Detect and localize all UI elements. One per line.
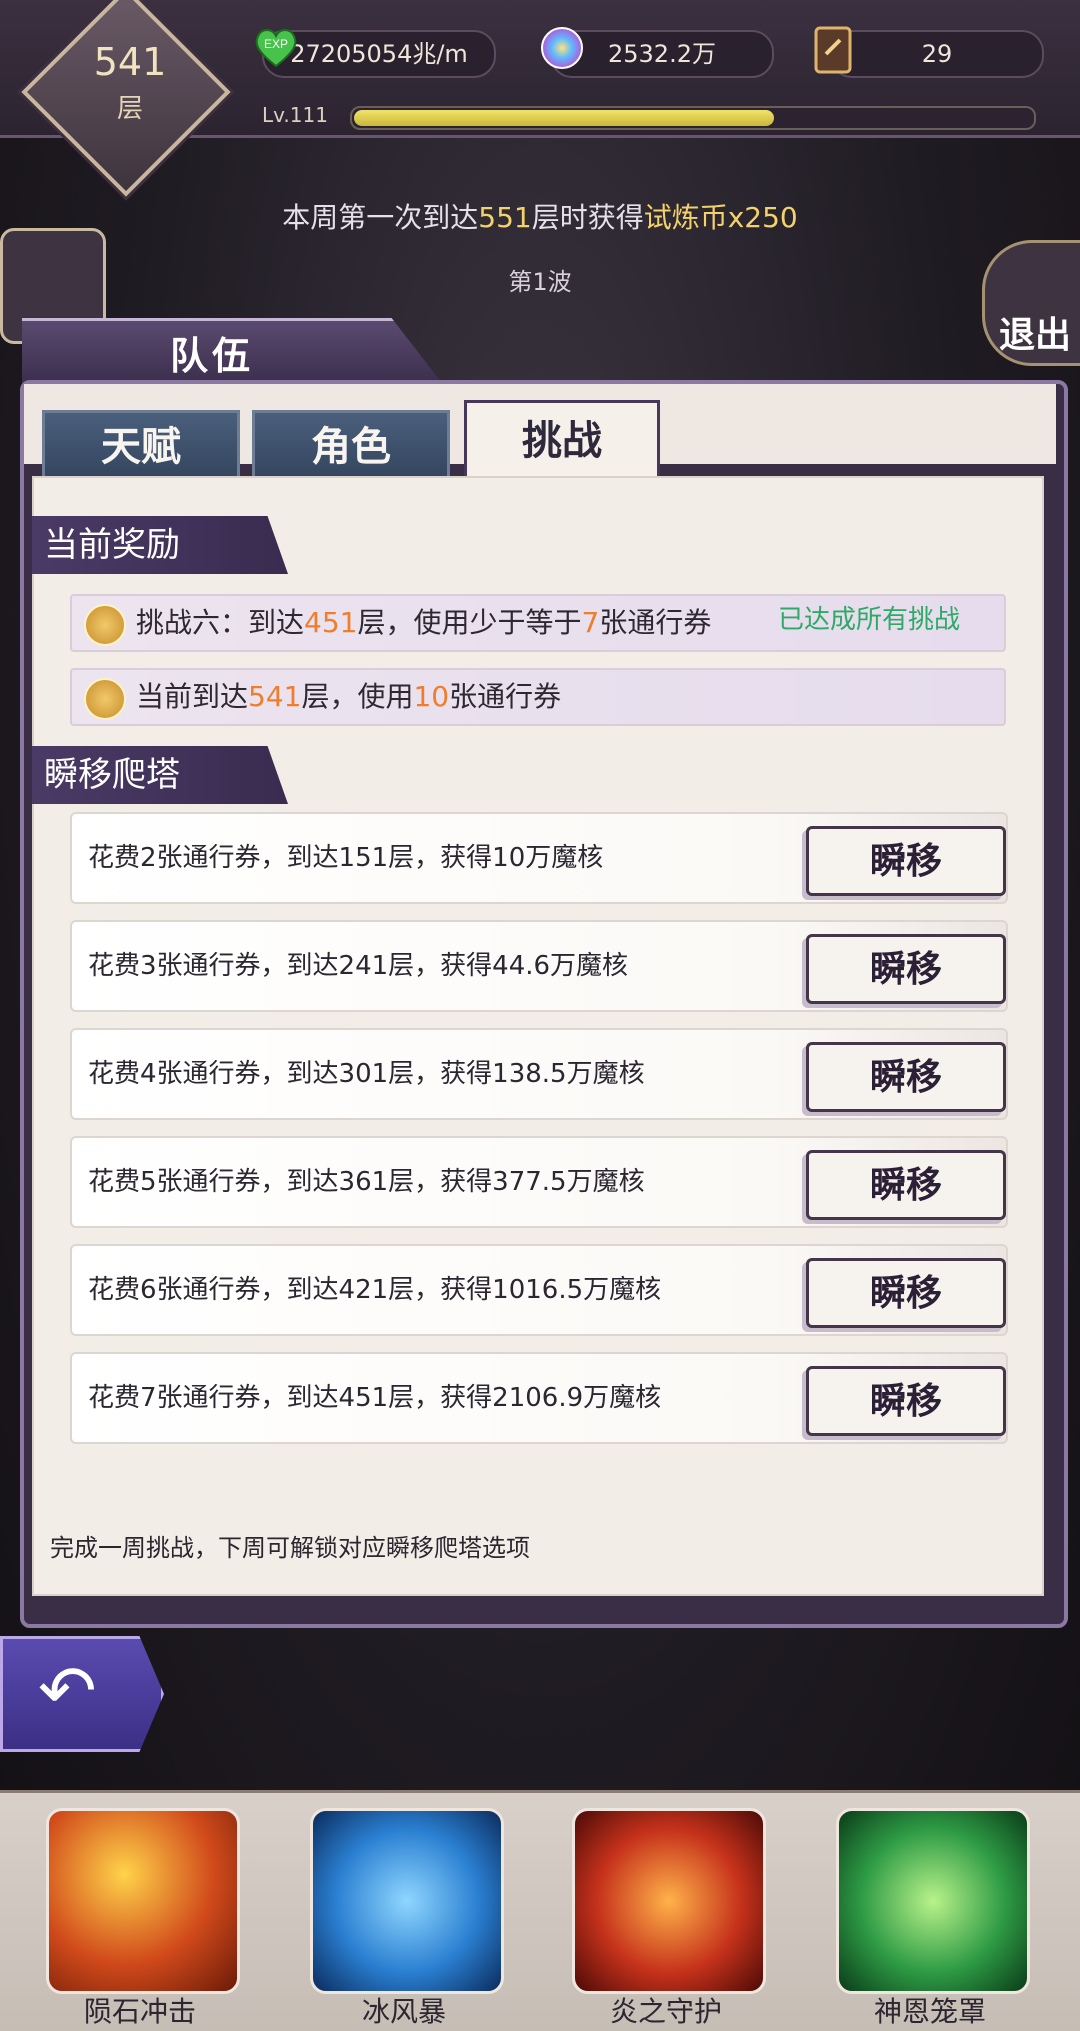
skill-meteor-strike-icon[interactable] bbox=[46, 1808, 240, 1994]
teleport-option-row: 花费7张通行券，到达451层，获得2106.9万魔核 瞬移 bbox=[70, 1352, 1008, 1444]
tab-challenge[interactable]: 挑战 bbox=[464, 400, 660, 479]
teleport-option-row: 花费6张通行券，到达421层，获得1016.5万魔核 瞬移 bbox=[70, 1244, 1008, 1336]
skill-flame-guard-icon[interactable] bbox=[572, 1808, 766, 1994]
reward-medal-icon bbox=[84, 678, 126, 720]
magic-orb-icon bbox=[541, 27, 583, 69]
teleport-climb-header: 瞬移爬塔 bbox=[32, 746, 288, 804]
teleport-option-text: 花费4张通行券，到达301层，获得138.5万魔核 bbox=[88, 1059, 645, 1089]
reward-row-text: 挑战六：到达451层，使用少于等于7张通行券 bbox=[136, 606, 712, 639]
skill-label: 陨石冲击 bbox=[83, 1995, 196, 2028]
floor-number: 541 bbox=[93, 40, 167, 84]
exp-heart-icon: EXP bbox=[255, 29, 297, 68]
current-reward-header: 当前奖励 bbox=[32, 516, 288, 574]
notice-prefix: 本周第一次到达 bbox=[282, 201, 479, 234]
skill-divine-shield-icon[interactable] bbox=[836, 1808, 1030, 1994]
exit-button-label: 退出 bbox=[998, 315, 1071, 356]
reward-medal-icon bbox=[84, 604, 126, 646]
tab-talent[interactable]: 天赋 bbox=[42, 410, 240, 484]
challenge-status: 已达成所有挑战 bbox=[778, 605, 961, 635]
wave-label: 第1波 bbox=[508, 268, 572, 296]
teleport-option-row: 花费2张通行券，到达151层，获得10万魔核 瞬移 bbox=[70, 812, 1008, 904]
teleport-button[interactable]: 瞬移 bbox=[806, 826, 1006, 896]
teleport-option-row: 花费3张通行券，到达241层，获得44.6万魔核 瞬移 bbox=[70, 920, 1008, 1012]
floor-unit: 层 bbox=[116, 94, 143, 124]
skill-label: 神恩笼罩 bbox=[873, 1995, 986, 2028]
teleport-button[interactable]: 瞬移 bbox=[806, 1042, 1006, 1112]
skill-label: 炎之守护 bbox=[609, 1995, 722, 2028]
level-label: Lv.111 bbox=[262, 103, 328, 127]
teleport-button[interactable]: 瞬移 bbox=[806, 1150, 1006, 1220]
pass-ticket-count: 29 bbox=[830, 30, 1044, 78]
tab-role[interactable]: 角色 bbox=[252, 410, 450, 484]
teleport-option-text: 花费2张通行券，到达151层，获得10万魔核 bbox=[88, 843, 604, 873]
level-progress-fill bbox=[354, 110, 774, 126]
teleport-option-row: 花费5张通行券，到达361层，获得377.5万魔核 瞬移 bbox=[70, 1136, 1008, 1228]
level-progress-bar bbox=[350, 106, 1036, 130]
teleport-footer-note: 完成一周挑战，下周可解锁对应瞬移爬塔选项 bbox=[50, 1534, 530, 1562]
reward-row-text: 当前到达541层，使用10张通行券 bbox=[136, 680, 562, 713]
teleport-option-row: 花费4张通行券，到达301层，获得138.5万魔核 瞬移 bbox=[70, 1028, 1008, 1120]
notice-floor: 551 bbox=[478, 201, 532, 234]
teleport-option-text: 花费5张通行券，到达361层，获得377.5万魔核 bbox=[88, 1167, 645, 1197]
teleport-option-text: 花费3张通行券，到达241层，获得44.6万魔核 bbox=[88, 951, 629, 981]
pass-ticket-icon bbox=[814, 26, 852, 74]
back-arrow-icon: ↶ bbox=[38, 1650, 97, 1732]
teleport-button[interactable]: 瞬移 bbox=[806, 1258, 1006, 1328]
skill-ice-storm-icon[interactable] bbox=[310, 1808, 504, 1994]
team-title: 队伍 bbox=[170, 334, 255, 378]
notice-mid: 层时获得 bbox=[531, 201, 644, 234]
weekly-notice: 本周第一次到达551层时获得试炼币x250 bbox=[240, 198, 840, 238]
teleport-option-text: 花费7张通行券，到达451层，获得2106.9万魔核 bbox=[88, 1383, 662, 1413]
teleport-option-text: 花费6张通行券，到达421层，获得1016.5万魔核 bbox=[88, 1275, 662, 1305]
teleport-button[interactable]: 瞬移 bbox=[806, 1366, 1006, 1436]
svg-text:EXP: EXP bbox=[264, 37, 288, 51]
current-progress-row: 当前到达541层，使用10张通行券 bbox=[70, 668, 1006, 726]
skill-label: 冰风暴 bbox=[361, 1995, 446, 2028]
teleport-button[interactable]: 瞬移 bbox=[806, 934, 1006, 1004]
notice-reward: 试炼币x250 bbox=[643, 201, 798, 234]
